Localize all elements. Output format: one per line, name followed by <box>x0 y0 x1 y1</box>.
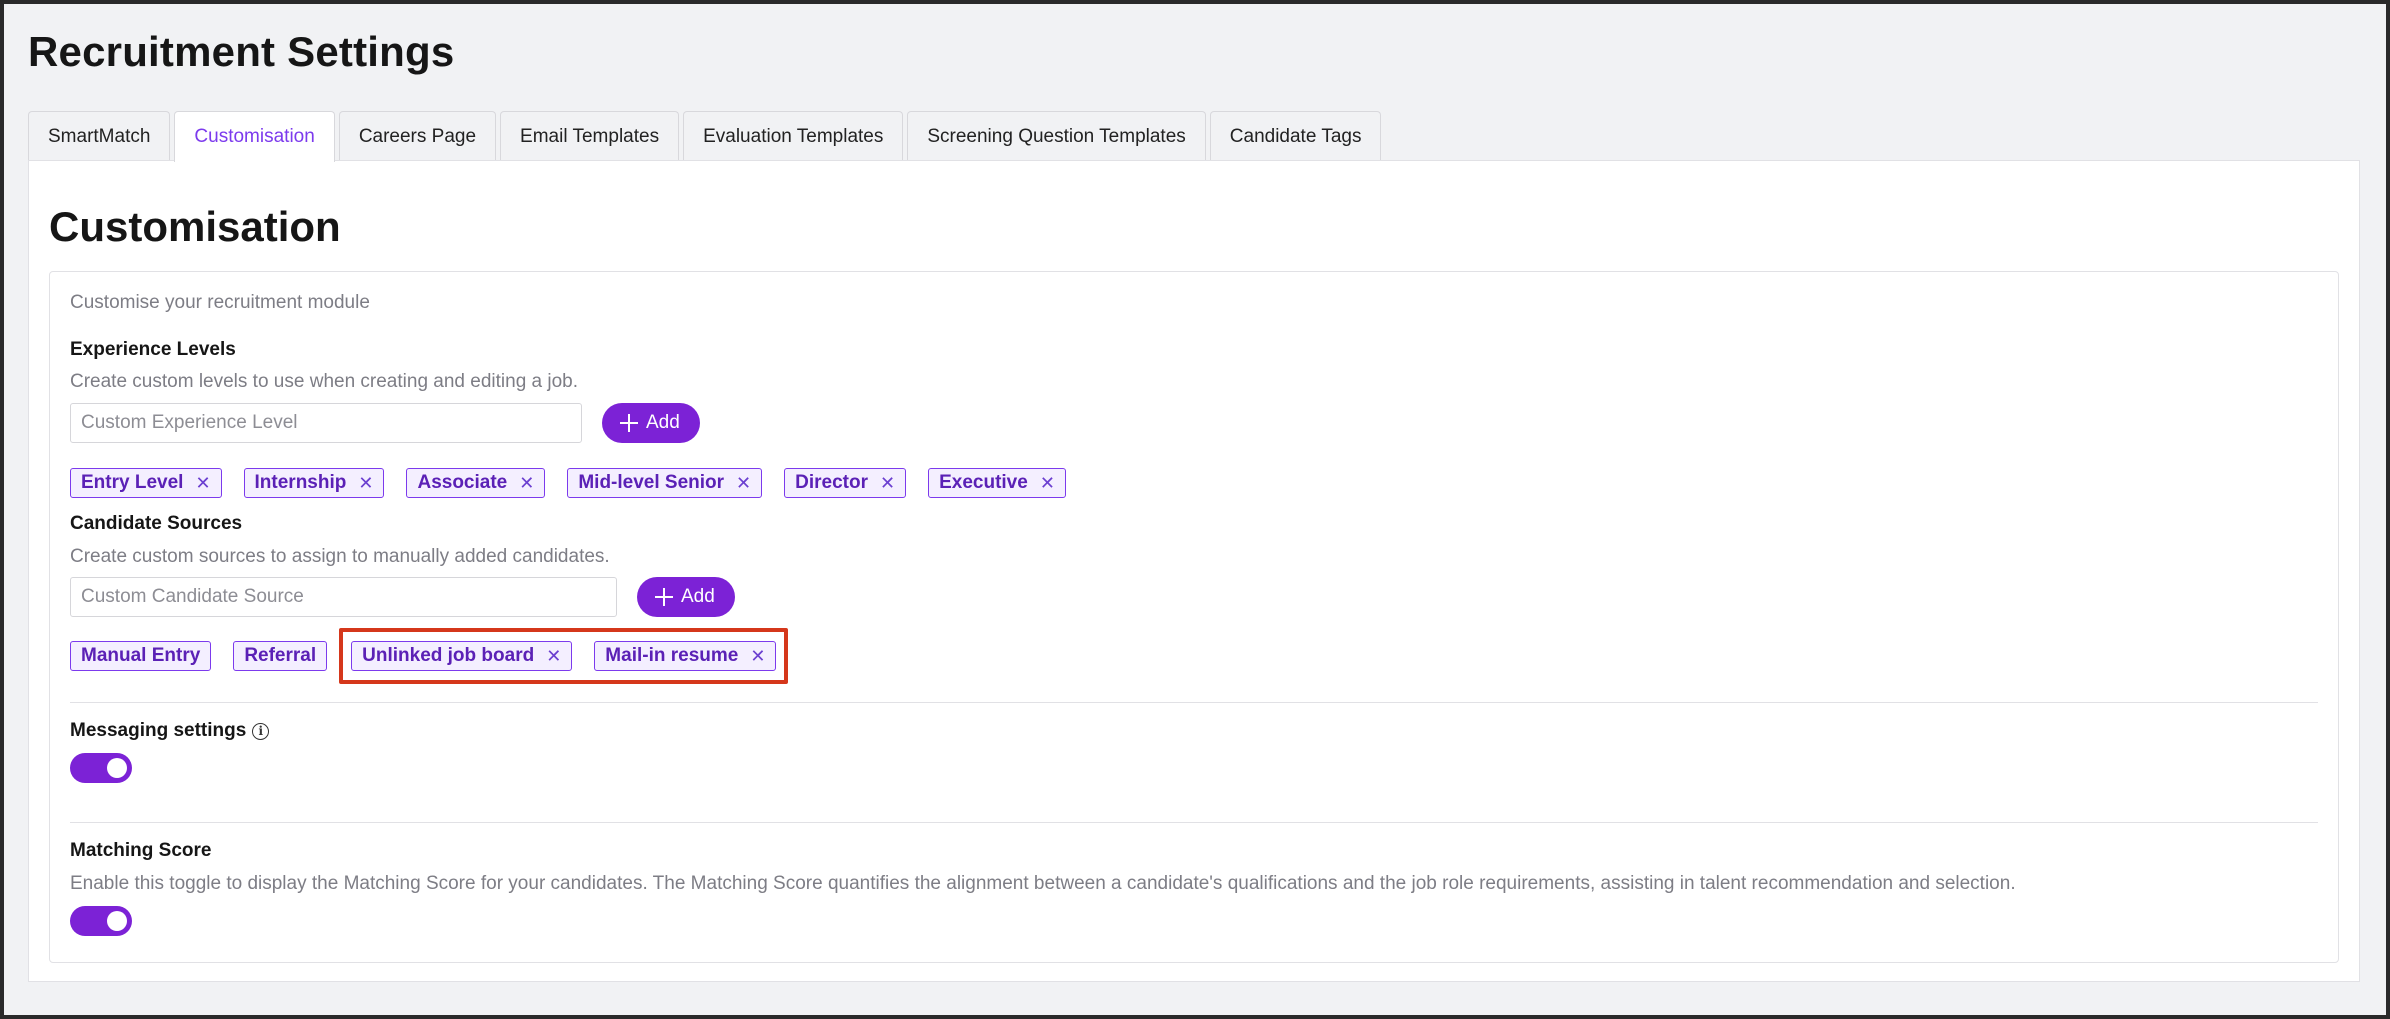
tag-label: Unlinked job board <box>362 645 535 666</box>
tab-careers-page[interactable]: Careers Page <box>338 111 497 161</box>
toggle-knob <box>107 758 127 778</box>
messaging-toggle[interactable] <box>70 753 132 783</box>
tab-panel: Customisation Customise your recruitment… <box>28 160 2360 982</box>
source-tag-custom: Unlinked job board ✕ <box>351 641 573 671</box>
messaging-settings-label: Messaging settings <box>70 720 247 741</box>
highlight-box: Unlinked job board ✕ Mail-in resume ✕ <box>339 628 789 684</box>
close-icon[interactable]: ✕ <box>195 474 210 492</box>
tag-label: Entry Level <box>81 472 184 493</box>
matching-score-toggle[interactable] <box>70 906 132 936</box>
tag-label: Referral <box>244 645 317 666</box>
experience-tag: Entry Level ✕ <box>70 468 222 498</box>
close-icon[interactable]: ✕ <box>880 474 895 492</box>
settings-tabs: SmartMatch Customisation Careers Page Em… <box>28 111 1382 162</box>
plus-icon <box>655 588 673 606</box>
customisation-card: Customise your recruitment module Experi… <box>49 271 2339 963</box>
messaging-settings-title: Messaging settings i <box>70 720 270 742</box>
matching-score-title: Matching Score <box>70 840 212 861</box>
add-experience-level-button[interactable]: Add <box>602 403 700 443</box>
add-candidate-source-button[interactable]: Add <box>637 577 735 617</box>
tag-label: Executive <box>939 472 1028 493</box>
divider <box>70 702 2318 703</box>
tag-label: Manual Entry <box>81 645 201 666</box>
experience-level-tags: Entry Level ✕ Internship ✕ Associate ✕ Mid-… <box>70 468 1088 498</box>
close-icon[interactable]: ✕ <box>1040 474 1055 492</box>
close-icon[interactable]: ✕ <box>519 474 534 492</box>
tab-email-templates[interactable]: Email Templates <box>500 111 680 161</box>
experience-tag: Director ✕ <box>784 468 907 498</box>
page-title: Recruitment Settings <box>28 28 455 75</box>
divider <box>70 822 2318 823</box>
close-icon[interactable]: ✕ <box>750 647 765 665</box>
custom-candidate-source-input[interactable] <box>70 577 617 617</box>
experience-tag: Internship ✕ <box>243 468 385 498</box>
tab-candidate-tags[interactable]: Candidate Tags <box>1209 111 1382 161</box>
tab-smartmatch[interactable]: SmartMatch <box>28 111 171 161</box>
add-button-label: Add <box>646 412 680 433</box>
experience-tag: Associate ✕ <box>406 468 546 498</box>
tab-evaluation-templates[interactable]: Evaluation Templates <box>683 111 904 161</box>
app-window: Recruitment Settings SmartMatch Customis… <box>4 4 2386 1015</box>
source-tag-fixed: Referral <box>233 641 328 671</box>
candidate-sources-title: Candidate Sources <box>70 513 243 534</box>
close-icon[interactable]: ✕ <box>736 474 751 492</box>
tag-label: Internship <box>254 472 347 493</box>
close-icon[interactable]: ✕ <box>546 647 561 665</box>
tag-label: Director <box>795 472 868 493</box>
info-icon[interactable]: i <box>252 722 270 740</box>
source-tag-custom: Mail-in resume ✕ <box>594 641 777 671</box>
tab-customisation[interactable]: Customisation <box>174 111 335 162</box>
tag-label: Mid-level Senior <box>578 472 725 493</box>
custom-experience-level-input[interactable] <box>70 403 582 443</box>
close-icon[interactable]: ✕ <box>358 474 373 492</box>
candidate-sources-description: Create custom sources to assign to manua… <box>70 546 610 567</box>
source-tag-fixed: Manual Entry <box>70 641 212 671</box>
experience-tag: Executive ✕ <box>928 468 1066 498</box>
experience-levels-description: Create custom levels to use when creatin… <box>70 371 579 392</box>
section-title: Customisation <box>49 203 341 250</box>
tab-screening-question-templates[interactable]: Screening Question Templates <box>907 111 1206 161</box>
matching-score-description: Enable this toggle to display the Matchi… <box>70 873 2016 894</box>
add-button-label: Add <box>681 586 715 607</box>
tag-label: Mail-in resume <box>605 645 739 666</box>
toggle-knob <box>107 911 127 931</box>
tag-label: Associate <box>417 472 508 493</box>
plus-icon <box>620 414 638 432</box>
candidate-source-tags: Manual Entry Referral Unlinked job board… <box>70 628 789 684</box>
experience-tag: Mid-level Senior ✕ <box>567 468 763 498</box>
section-description: Customise your recruitment module <box>70 292 370 313</box>
experience-levels-title: Experience Levels <box>70 339 236 360</box>
